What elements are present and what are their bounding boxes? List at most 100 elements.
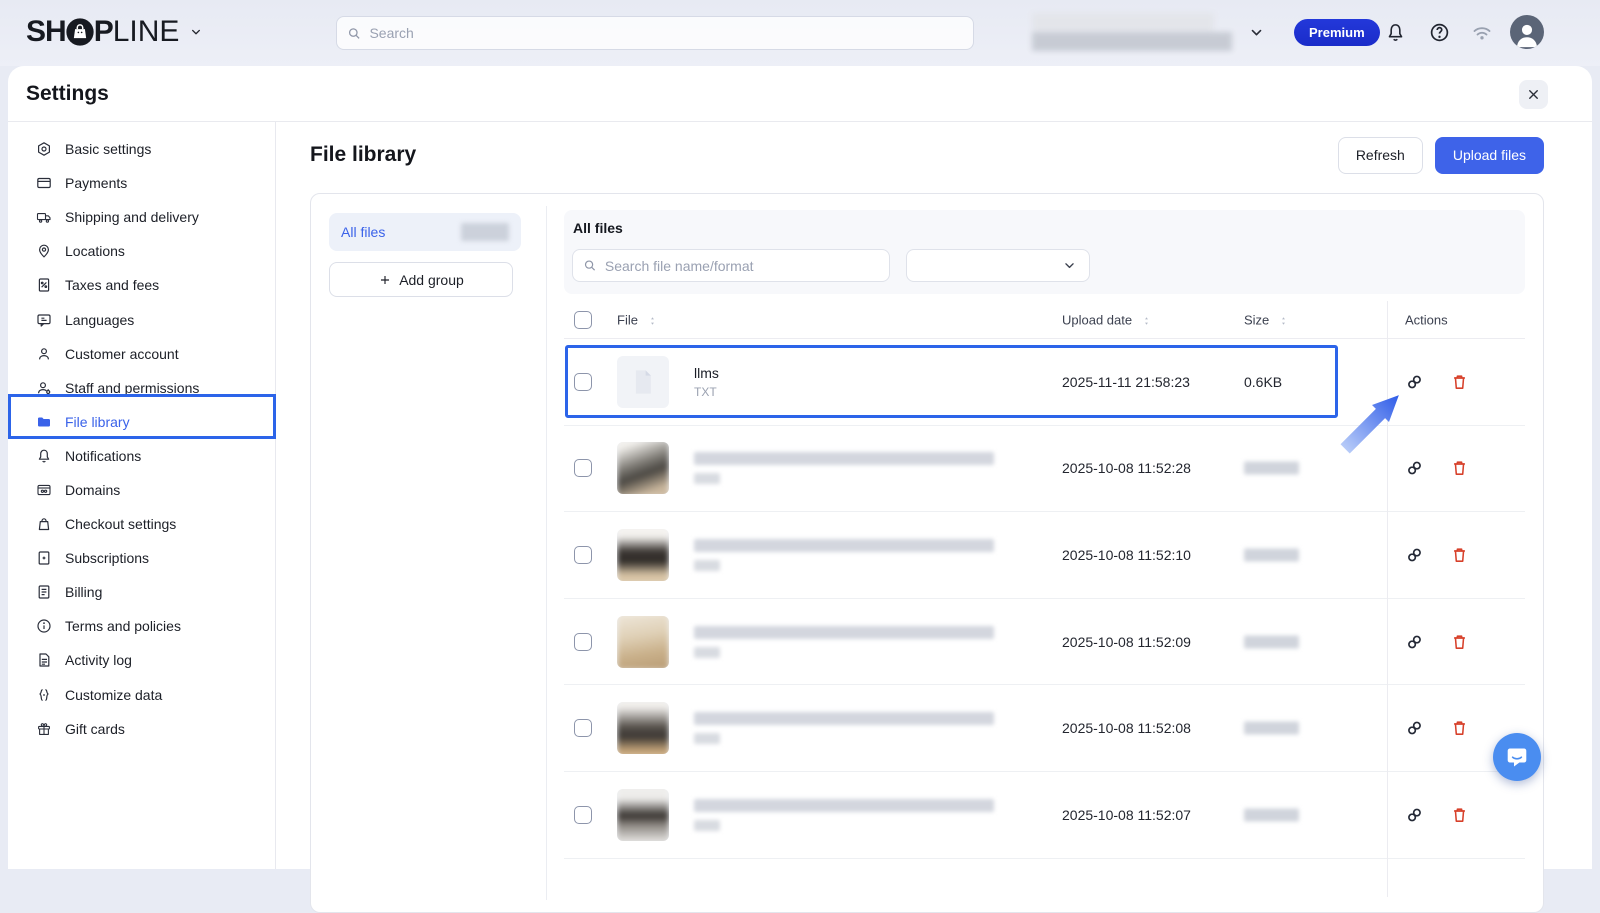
sort-icon[interactable] [647,315,658,326]
table-row: 2025-10-08 11:52:07 [564,772,1525,859]
close-button[interactable] [1519,80,1548,109]
avatar[interactable] [1510,15,1544,49]
logo-text: SH [26,15,66,49]
select-all-checkbox[interactable] [574,311,592,329]
sidebar-item-icon [36,721,52,737]
column-upload-date[interactable]: Upload date [1062,312,1152,327]
row-checkbox[interactable] [574,546,592,564]
files-heading: All files [573,220,1517,236]
file-thumbnail [617,702,669,754]
sort-icon[interactable] [1141,315,1152,326]
sidebar-item-languages[interactable]: Languages [8,302,275,336]
delete-icon[interactable] [1450,719,1469,738]
actions-column-divider [1387,301,1388,897]
sidebar-item-payments[interactable]: Payments [8,166,275,200]
file-doc-icon [628,367,658,397]
sidebar-item-basic-settings[interactable]: Basic settings [8,132,275,166]
group-all-files-label: All files [341,224,385,240]
sidebar-item-customize-data[interactable]: Customize data [8,678,275,712]
sidebar-item-domains[interactable]: Domains [8,473,275,507]
sidebar-item-icon [36,346,52,362]
upload-files-button[interactable]: Upload files [1435,137,1544,174]
topbar: SH P LINE Premium [0,0,1600,66]
table-header: File Upload date Size Actions [564,301,1525,339]
premium-badge[interactable]: Premium [1294,19,1380,46]
file-size: 0.6KB [1244,374,1282,390]
plus-icon [378,273,392,287]
sidebar-item-icon [36,652,52,668]
sidebar-item-billing[interactable]: Billing [8,575,275,609]
delete-icon[interactable] [1450,372,1469,391]
help-icon[interactable] [1429,22,1450,43]
file-upload-date: 2025-10-08 11:52:10 [1062,547,1191,563]
settings-sidebar: Basic settings Payments Shipping and del… [8,122,276,869]
refresh-button[interactable]: Refresh [1338,137,1423,174]
file-format [694,733,720,744]
bell-icon[interactable] [1385,22,1406,43]
sidebar-item-icon [36,482,52,498]
row-highlight-annotation [565,345,1338,418]
sidebar-item-customer-account[interactable]: Customer account [8,337,275,371]
sidebar-item-label: Gift cards [65,721,125,737]
row-checkbox[interactable] [574,633,592,651]
file-upload-date: 2025-10-08 11:52:28 [1062,460,1191,476]
add-group-button[interactable]: Add group [329,262,513,297]
file-name [694,626,994,639]
row-checkbox[interactable] [574,373,592,391]
delete-icon[interactable] [1450,545,1469,564]
sidebar-item-icon [36,414,52,430]
sidebar-item-icon [36,175,52,191]
sidebar-item-label: Customer account [65,346,179,362]
copy-link-icon[interactable] [1405,459,1424,478]
sidebar-item-label: Languages [65,312,134,328]
sidebar-item-terms-and-policies[interactable]: Terms and policies [8,609,275,643]
row-checkbox[interactable] [574,719,592,737]
column-size[interactable]: Size [1244,312,1289,327]
logo-chevron-down-icon[interactable] [189,25,203,39]
copy-link-icon[interactable] [1405,372,1424,391]
sidebar-item-activity-log[interactable]: Activity log [8,643,275,677]
group-all-files[interactable]: All files [329,213,521,251]
sort-icon[interactable] [1278,315,1289,326]
row-checkbox[interactable] [574,459,592,477]
file-type-select[interactable] [906,249,1090,282]
settings-header: Settings [8,66,1592,122]
sidebar-item-shipping-and-delivery[interactable]: Shipping and delivery [8,200,275,234]
sidebar-item-notifications[interactable]: Notifications [8,439,275,473]
copy-link-icon[interactable] [1405,805,1424,824]
shopline-logo[interactable]: SH P LINE [26,14,203,50]
file-thumbnail [617,442,669,494]
file-name [694,712,994,725]
file-search[interactable] [572,249,890,282]
sidebar-item-staff-and-permissions[interactable]: Staff and permissions [8,371,275,405]
chat-launcher-button[interactable] [1493,733,1541,781]
global-search[interactable] [336,16,974,50]
sidebar-item-subscriptions[interactable]: Subscriptions [8,541,275,575]
sidebar-item-label: File library [65,414,130,430]
row-checkbox[interactable] [574,806,592,824]
copy-link-icon[interactable] [1405,545,1424,564]
sidebar-item-taxes-and-fees[interactable]: Taxes and fees [8,268,275,302]
file-upload-date: 2025-10-08 11:52:07 [1062,807,1191,823]
copy-link-icon[interactable] [1405,632,1424,651]
sidebar-item-label: Payments [65,175,127,191]
sidebar-item-checkout-settings[interactable]: Checkout settings [8,507,275,541]
file-format [694,820,720,831]
file-upload-date: 2025-10-08 11:52:08 [1062,720,1191,736]
store-chevron-down-icon[interactable] [1248,24,1265,41]
delete-icon[interactable] [1450,805,1469,824]
file-search-input[interactable] [605,258,879,274]
global-search-input[interactable] [369,25,963,41]
column-file[interactable]: File [617,312,658,327]
copy-link-icon[interactable] [1405,719,1424,738]
delete-icon[interactable] [1450,632,1469,651]
sidebar-item-gift-cards[interactable]: Gift cards [8,712,275,746]
sidebar-item-file-library[interactable]: File library [8,405,275,439]
sidebar-item-icon [36,687,52,703]
sidebar-item-label: Checkout settings [65,516,176,532]
table-body: llms TXT 2025-11-11 21:58:23 0.6KB 2025-… [564,339,1525,912]
delete-icon[interactable] [1450,459,1469,478]
file-name [694,452,994,465]
sidebar-item-icon [36,312,52,328]
sidebar-item-locations[interactable]: Locations [8,234,275,268]
